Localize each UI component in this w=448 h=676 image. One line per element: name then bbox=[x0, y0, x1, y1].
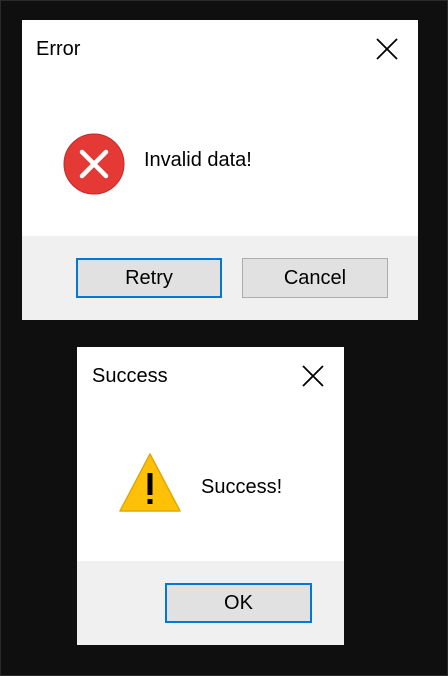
error-dialog: Error Invalid data! Retry Cancel bbox=[22, 20, 418, 320]
success-dialog-close-button[interactable] bbox=[297, 360, 329, 392]
error-dialog-close-button[interactable] bbox=[371, 33, 403, 65]
close-icon bbox=[302, 365, 324, 387]
success-dialog-footer: OK bbox=[77, 561, 344, 645]
success-dialog-title: Success bbox=[92, 365, 168, 387]
close-icon bbox=[376, 38, 398, 60]
ok-button[interactable]: OK bbox=[165, 583, 312, 623]
desktop-background: Error Invalid data! Retry Cancel Success… bbox=[0, 0, 448, 676]
success-dialog-content: Success! bbox=[77, 405, 344, 561]
success-dialog: Success Success! OK bbox=[77, 347, 344, 645]
error-dialog-content: Invalid data! bbox=[22, 78, 418, 236]
error-message: Invalid data! bbox=[144, 149, 252, 171]
error-dialog-titlebar[interactable]: Error bbox=[22, 20, 418, 78]
error-dialog-title: Error bbox=[36, 38, 81, 60]
error-dialog-footer: Retry Cancel bbox=[22, 236, 418, 320]
success-message: Success! bbox=[201, 476, 283, 498]
success-dialog-titlebar[interactable]: Success bbox=[77, 347, 344, 405]
cancel-button[interactable]: Cancel bbox=[242, 258, 388, 298]
retry-button[interactable]: Retry bbox=[76, 258, 222, 298]
warning-icon bbox=[117, 451, 183, 515]
error-icon bbox=[62, 132, 126, 196]
